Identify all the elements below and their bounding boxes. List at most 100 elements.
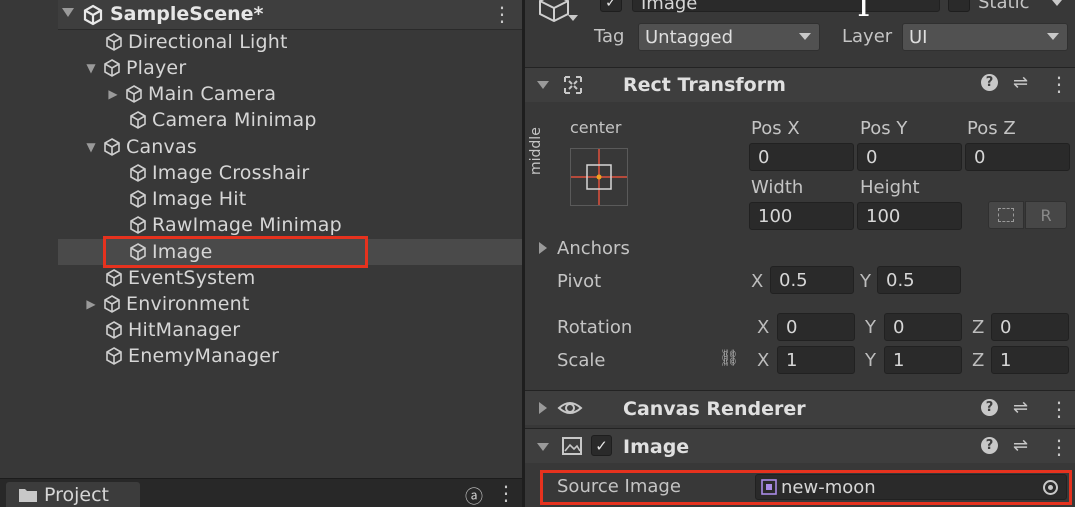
rotation-z-field[interactable]: 0: [991, 313, 1069, 341]
pos-x-value: 0: [758, 146, 770, 168]
tree-item-player[interactable]: ▼ Player: [84, 55, 186, 81]
anchors-label[interactable]: Anchors: [557, 238, 630, 259]
expanded-arrow-icon[interactable]: ▼: [84, 61, 98, 75]
pivot-x-axis-label: X: [751, 271, 764, 292]
more-options-icon[interactable]: ⋮: [492, 2, 512, 26]
collapsed-arrow-icon[interactable]: ▶: [106, 87, 120, 101]
scale-x-field[interactable]: 1: [777, 346, 855, 374]
canvas-renderer-header[interactable]: Canvas Renderer ? ⇌ ⋮: [525, 390, 1075, 425]
icon-dropdown-arrow-icon[interactable]: [568, 15, 578, 21]
fold-arrow-icon[interactable]: [62, 8, 74, 17]
image-component-title: Image: [623, 436, 690, 458]
scale-y-axis-label: Y: [865, 350, 876, 371]
preset-sliders-icon[interactable]: ⇌: [1013, 397, 1028, 418]
fold-arrow-icon[interactable]: [537, 81, 549, 89]
scale-label: Scale: [557, 350, 606, 371]
pos-y-value: 0: [866, 146, 878, 168]
tree-item-label: Environment: [126, 293, 250, 315]
static-checkbox[interactable]: [948, 0, 970, 12]
active-checkbox[interactable]: ✓: [600, 0, 622, 12]
scene-header[interactable]: SampleScene* ⋮: [58, 0, 522, 30]
image-row-highlight: [103, 236, 368, 268]
preset-sliders-icon[interactable]: ⇌: [1013, 72, 1028, 93]
rect-transform-icon: [564, 76, 582, 94]
tab-project[interactable]: Project: [6, 482, 140, 507]
help-icon[interactable]: ?: [981, 399, 998, 416]
tree-item-label: Directional Light: [128, 31, 288, 53]
rotation-z-value: 0: [1000, 316, 1012, 338]
folder-icon: [19, 488, 37, 502]
tag-value: Untagged: [645, 26, 734, 48]
pivot-y-axis-label: Y: [860, 271, 871, 292]
static-dropdown-arrow-icon[interactable]: [1052, 0, 1062, 6]
pivot-x-field[interactable]: 0.5: [770, 266, 854, 294]
collapsed-arrow-icon[interactable]: ▶: [84, 297, 98, 311]
tree-item-environment[interactable]: ▶ Environment: [84, 291, 250, 317]
anchor-preset-button[interactable]: [570, 148, 628, 206]
more-options-icon[interactable]: ⋮: [1049, 72, 1069, 96]
object-name-field[interactable]: Image: [632, 0, 940, 14]
gameobject-cube-icon: [130, 164, 146, 182]
tree-item-directional-light[interactable]: Directional Light: [104, 29, 288, 55]
pivot-y-value: 0.5: [886, 269, 915, 291]
tree-item-rawimage-minimap[interactable]: RawImage Minimap: [128, 212, 342, 238]
pivot-label: Pivot: [557, 271, 602, 292]
rect-transform-header[interactable]: Rect Transform ? ⇌ ⋮: [525, 67, 1075, 102]
rotation-y-field[interactable]: 0: [884, 313, 962, 341]
tree-item-camera-minimap[interactable]: Camera Minimap: [128, 107, 317, 133]
rotation-x-field[interactable]: 0: [777, 313, 855, 341]
height-label: Height: [860, 177, 920, 198]
tree-item-image-crosshair[interactable]: Image Crosshair: [128, 160, 309, 186]
pos-y-field[interactable]: 0: [857, 143, 962, 171]
raw-edit-button[interactable]: R: [1025, 201, 1067, 229]
image-enabled-checkbox[interactable]: ✓: [591, 435, 612, 456]
tag-dropdown[interactable]: Untagged: [638, 23, 820, 51]
scale-y-field[interactable]: 1: [884, 346, 962, 374]
help-icon[interactable]: ?: [981, 437, 998, 454]
gameobject-cube-icon: [106, 269, 122, 287]
preset-sliders-icon[interactable]: ⇌: [1013, 435, 1028, 456]
expanded-arrow-icon[interactable]: ▼: [84, 140, 98, 154]
gameobject-cube-icon: [539, 0, 569, 22]
tree-item-label: EnemyManager: [128, 345, 280, 367]
tree-item-label: EventSystem: [128, 267, 256, 289]
more-options-icon[interactable]: ⋮: [1049, 435, 1069, 459]
tree-item-canvas[interactable]: ▼ Canvas: [84, 134, 197, 160]
scale-x-value: 1: [786, 349, 798, 371]
lock-icon[interactable]: ⓐ: [465, 483, 483, 507]
dashed-rect-icon: [998, 208, 1014, 222]
chevron-down-icon: [799, 33, 811, 40]
gameobject-cube-icon: [104, 295, 120, 313]
height-field[interactable]: 100: [857, 202, 962, 230]
pos-x-field[interactable]: 0: [749, 143, 854, 171]
anchors-foldout-arrow-icon[interactable]: [539, 242, 547, 254]
tree-item-main-camera[interactable]: ▶ Main Camera: [106, 81, 276, 107]
layer-dropdown[interactable]: UI: [902, 23, 1068, 51]
pos-z-field[interactable]: 0: [965, 143, 1070, 171]
rotation-x-value: 0: [786, 316, 798, 338]
rect-transform-title: Rect Transform: [623, 74, 786, 96]
tree-item-hitmanager[interactable]: HitManager: [104, 317, 240, 343]
pos-x-label: Pos X: [751, 118, 800, 139]
constrain-proportions-icon[interactable]: ⛓: [719, 348, 739, 367]
tree-item-image-hit[interactable]: Image Hit: [128, 186, 246, 212]
collapsed-arrow-icon[interactable]: [539, 402, 547, 414]
tree-item-enemymanager[interactable]: EnemyManager: [104, 343, 279, 369]
width-field[interactable]: 100: [749, 202, 854, 230]
pivot-x-value: 0.5: [779, 269, 808, 291]
more-options-icon[interactable]: ⋮: [1049, 397, 1069, 421]
scale-z-field[interactable]: 1: [991, 346, 1069, 374]
fold-arrow-icon[interactable]: [537, 443, 549, 451]
gameobject-cube-icon: [106, 347, 122, 365]
rotation-y-value: 0: [893, 316, 905, 338]
image-component-header[interactable]: ✓ Image ? ⇌ ⋮: [525, 428, 1075, 463]
tree-item-label: Main Camera: [148, 83, 277, 105]
tab-project-label: Project: [44, 483, 110, 506]
help-icon[interactable]: ?: [981, 74, 998, 91]
more-options-icon[interactable]: ⋮: [496, 481, 516, 505]
tree-item-eventsystem[interactable]: EventSystem: [104, 265, 255, 291]
pivot-y-field[interactable]: 0.5: [877, 266, 961, 294]
tree-item-label: RawImage Minimap: [152, 214, 342, 236]
image-component-icon: [562, 437, 582, 455]
blueprint-mode-button[interactable]: [988, 201, 1024, 229]
